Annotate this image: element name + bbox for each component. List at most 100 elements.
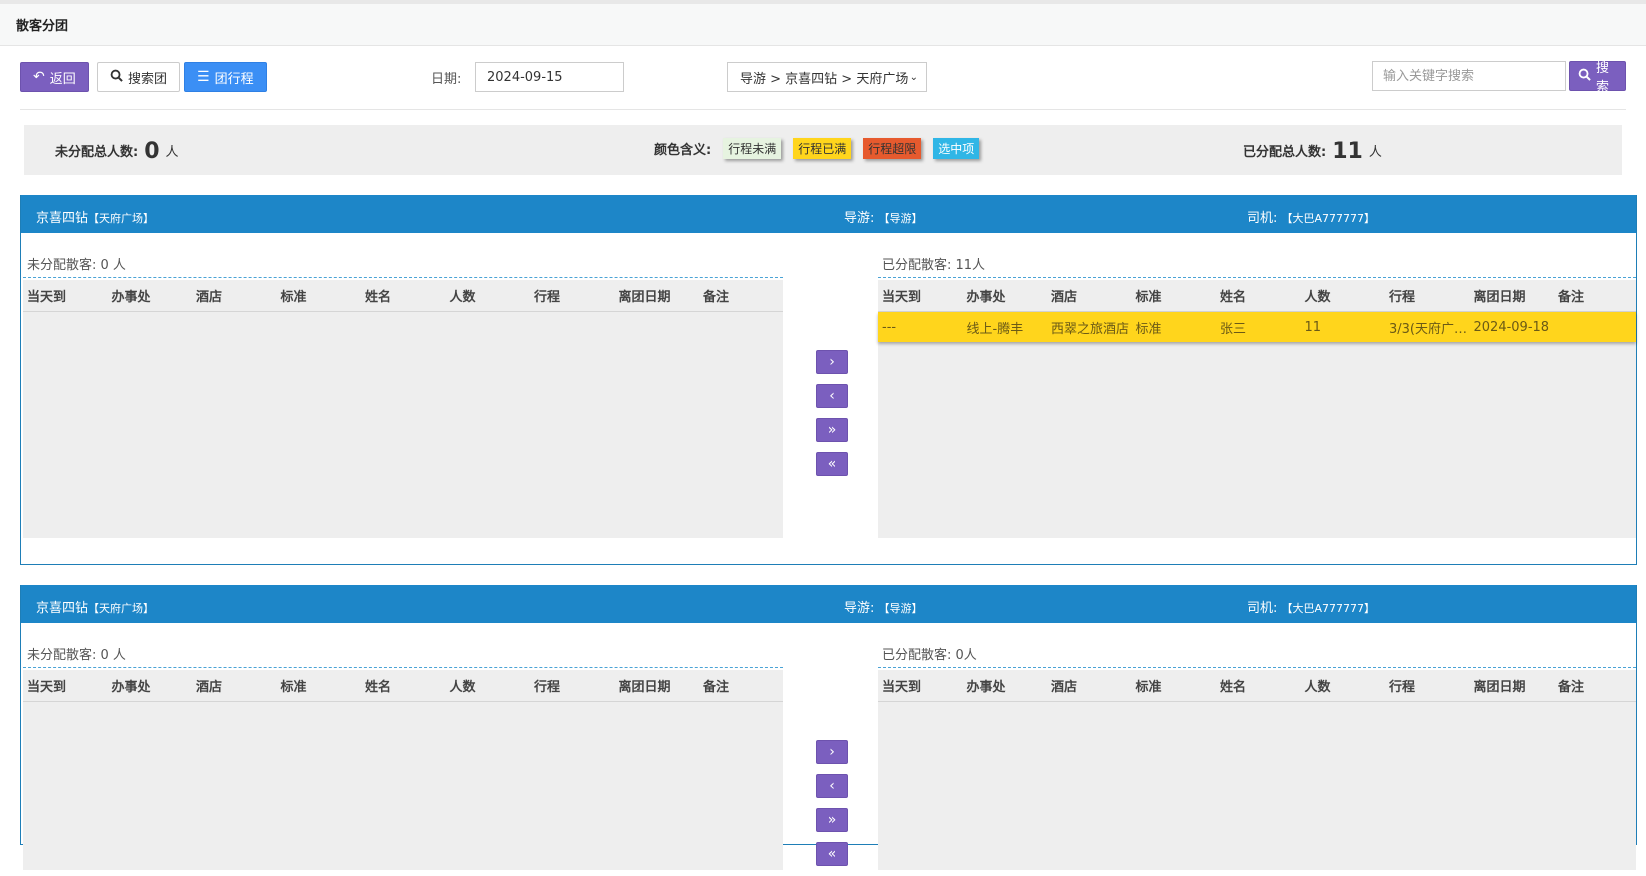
legend-selected: 选中项 xyxy=(933,138,980,159)
driver-value: 【大巴A777777】 xyxy=(1281,602,1376,615)
guide-value: 【导游】 xyxy=(878,602,923,615)
move-right-button[interactable]: › xyxy=(816,740,848,764)
column-header[interactable]: 离团日期 xyxy=(1470,286,1555,305)
column-header[interactable]: 行程 xyxy=(530,676,615,695)
guide-label: 导游: xyxy=(844,211,875,226)
summary-bar: 未分配总人数: 0 人 颜色含义: 行程未满 行程已满 行程超限 选中项 已分配总人… xyxy=(24,125,1622,175)
column-header[interactable]: 酒店 xyxy=(1047,676,1132,695)
reply-arrow-icon: ↶ xyxy=(33,69,45,85)
chevron-left-icon: ‹ xyxy=(829,388,835,404)
table-cell: 11 xyxy=(1304,319,1322,335)
table-cell: 2024-09-18 xyxy=(1473,319,1550,335)
color-legend: 颜色含义: 行程未满 行程已满 行程超限 选中项 xyxy=(654,138,980,159)
column-header[interactable]: 离团日期 xyxy=(615,676,700,695)
column-header[interactable]: 标准 xyxy=(277,676,362,695)
group-location: 【天府广场】 xyxy=(88,602,155,615)
double-chevron-right-icon: » xyxy=(827,812,837,828)
column-header[interactable]: 标准 xyxy=(277,286,362,305)
page-title: 散客分团 xyxy=(0,4,1646,46)
column-header[interactable]: 人数 xyxy=(1301,286,1386,305)
legend-full: 行程已满 xyxy=(793,138,852,159)
route-select-value: 导游 > 京喜四钻 > 天府广场 xyxy=(740,71,909,87)
column-header[interactable]: 人数 xyxy=(1301,676,1386,695)
legend-not-full: 行程未满 xyxy=(723,138,782,159)
column-header[interactable]: 备注 xyxy=(699,676,784,695)
itinerary-button[interactable]: ☰ 团行程 xyxy=(184,62,267,92)
column-header[interactable]: 标准 xyxy=(1132,286,1217,305)
column-header[interactable]: 姓名 xyxy=(361,286,446,305)
unassigned-total-label: 未分配总人数: xyxy=(55,145,139,160)
table-header: 当天到 办事处 酒店 标准 姓名 人数 行程 离团日期 备注 xyxy=(878,280,1636,312)
table-row[interactable]: --- 线上-腾丰 西翠之旅酒店 标准 张三 11 3/3(天府广场) 2024-09-18 xyxy=(878,312,1636,342)
column-header[interactable]: 离团日期 xyxy=(1470,676,1555,695)
column-header[interactable]: 当天到 xyxy=(23,676,108,695)
double-chevron-left-icon: « xyxy=(827,846,837,862)
panel-group-name: 京喜四钻【天府广场】 xyxy=(36,207,154,226)
panel-header: 京喜四钻【天府广场】 导游: 【导游】 司机: 【大巴A777777】 xyxy=(21,195,1636,233)
column-header[interactable]: 酒店 xyxy=(192,286,277,305)
move-right-button[interactable]: › xyxy=(816,350,848,374)
search-group-label: 搜索团 xyxy=(128,71,168,87)
group-panel: 京喜四钻【天府广场】 导游: 【导游】 司机: 【大巴A777777】 未分配散客: … xyxy=(20,195,1637,565)
column-header[interactable]: 行程 xyxy=(530,286,615,305)
assigned-total-unit: 人 xyxy=(1368,145,1382,160)
column-header[interactable]: 行程 xyxy=(1385,676,1470,695)
move-left-button[interactable]: ‹ xyxy=(816,384,848,408)
search-group-button[interactable]: 搜索团 xyxy=(97,62,181,92)
unassigned-list-table: 当天到 办事处 酒店 标准 姓名 人数 行程 离团日期 备注 xyxy=(23,670,783,870)
group-name: 京喜四钻 xyxy=(36,601,89,616)
date-label: 日期: xyxy=(431,72,462,87)
unassigned-list: 未分配散客: 0 人当天到 办事处 酒店 标准 姓名 人数 行程 离团日期 备注 xyxy=(23,623,783,870)
chevron-right-icon: › xyxy=(829,354,835,370)
group-name: 京喜四钻 xyxy=(36,211,89,226)
column-header[interactable]: 办事处 xyxy=(108,286,193,305)
unassigned-list-table: 当天到 办事处 酒店 标准 姓名 人数 行程 离团日期 备注 xyxy=(23,280,783,538)
route-select[interactable]: 导游 > 京喜四钻 > 天府广场 ⌄ xyxy=(727,62,927,92)
assigned-list-table: 当天到 办事处 酒店 标准 姓名 人数 行程 离团日期 备注 --- 线上-腾丰 西翠之旅酒店 标准 张三… xyxy=(878,280,1636,538)
move-left-button[interactable]: ‹ xyxy=(816,774,848,798)
column-header[interactable]: 姓名 xyxy=(1216,676,1301,695)
column-header[interactable]: 酒店 xyxy=(192,676,277,695)
column-header[interactable]: 备注 xyxy=(699,286,784,305)
unassigned-total-count: 0 xyxy=(144,139,160,164)
unassigned-list-title: 未分配散客: 0 人 xyxy=(23,233,783,278)
column-header[interactable]: 酒店 xyxy=(1047,286,1132,305)
column-header[interactable]: 办事处 xyxy=(963,286,1048,305)
unassigned-list-title: 未分配散客: 0 人 xyxy=(23,623,783,668)
color-legend-label: 颜色含义: xyxy=(654,143,712,158)
date-input[interactable] xyxy=(475,62,624,92)
list-icon: ☰ xyxy=(197,69,210,85)
column-header[interactable]: 当天到 xyxy=(878,286,963,305)
search-input[interactable] xyxy=(1372,61,1566,91)
column-header[interactable]: 人数 xyxy=(446,676,531,695)
search-icon xyxy=(1578,68,1591,85)
assigned-list: 已分配散客: 11人 当天到 办事处 酒店 标准 姓名 人数 行程 离团日期 备注 --- 线上-腾丰… xyxy=(878,233,1636,538)
search-button[interactable]: 搜索 xyxy=(1569,61,1626,95)
column-header[interactable]: 备注 xyxy=(1554,286,1639,305)
column-header[interactable]: 标准 xyxy=(1132,676,1217,695)
table-cell: 线上-腾丰 xyxy=(966,321,1024,337)
assigned-total-label: 已分配总人数: xyxy=(1243,145,1327,160)
column-header[interactable]: 姓名 xyxy=(1216,286,1301,305)
legend-over-limit: 行程超限 xyxy=(863,138,922,159)
driver-label: 司机: xyxy=(1247,601,1278,616)
move-all-right-button[interactable]: » xyxy=(816,808,848,832)
column-header[interactable]: 行程 xyxy=(1385,286,1470,305)
move-all-right-button[interactable]: » xyxy=(816,418,848,442)
chevron-down-icon: ⌄ xyxy=(909,71,918,83)
back-button-label: 返回 xyxy=(49,71,76,87)
move-buttons: › ‹ » « xyxy=(816,350,850,486)
column-header[interactable]: 姓名 xyxy=(361,676,446,695)
column-header[interactable]: 办事处 xyxy=(108,676,193,695)
column-header[interactable]: 当天到 xyxy=(878,676,963,695)
table-header: 当天到 办事处 酒店 标准 姓名 人数 行程 离团日期 备注 xyxy=(23,670,783,702)
move-all-left-button[interactable]: « xyxy=(816,842,848,866)
move-all-left-button[interactable]: « xyxy=(816,452,848,476)
column-header[interactable]: 备注 xyxy=(1554,676,1639,695)
column-header[interactable]: 办事处 xyxy=(963,676,1048,695)
back-button[interactable]: ↶ 返回 xyxy=(20,62,89,92)
group-location: 【天府广场】 xyxy=(88,212,155,225)
column-header[interactable]: 人数 xyxy=(446,286,531,305)
column-header[interactable]: 当天到 xyxy=(23,286,108,305)
column-header[interactable]: 离团日期 xyxy=(615,286,700,305)
